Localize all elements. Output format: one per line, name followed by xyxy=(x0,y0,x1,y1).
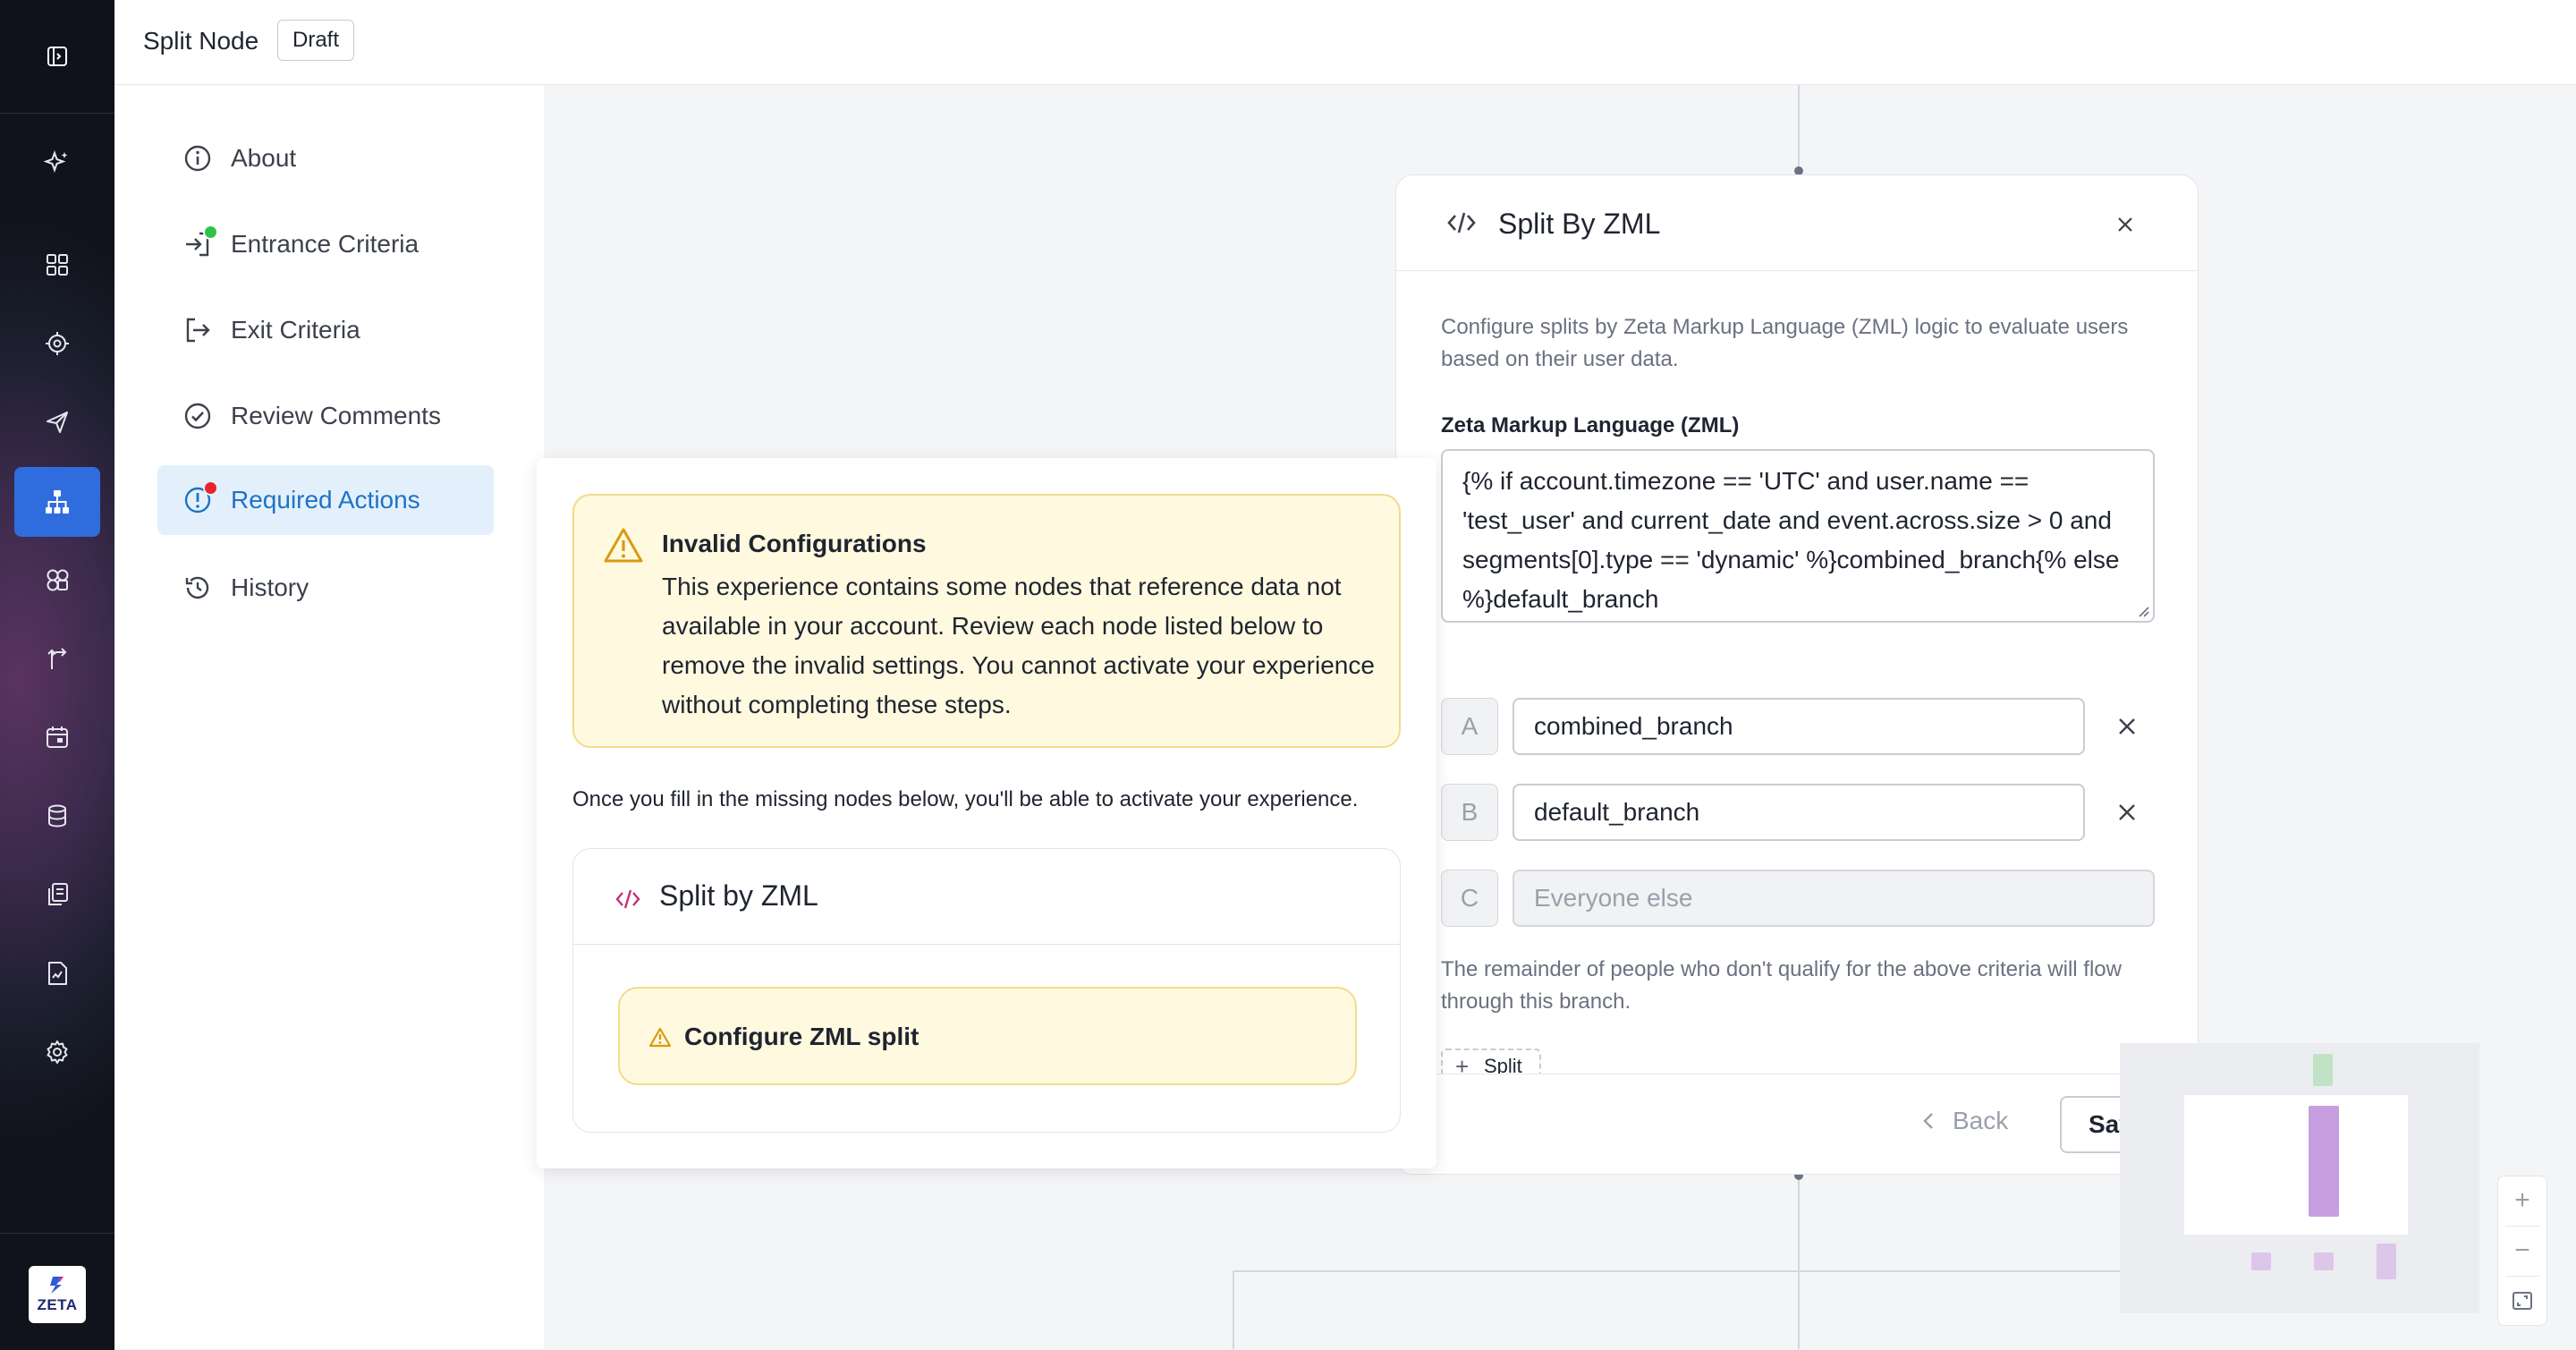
zoom-in-button[interactable]: + xyxy=(2498,1176,2546,1225)
status-indicator-dot xyxy=(203,480,218,496)
minimap-viewport[interactable] xyxy=(2184,1095,2408,1235)
canvas-minimap[interactable] xyxy=(2120,1043,2479,1313)
resize-handle-icon[interactable] xyxy=(2137,605,2149,617)
status-indicator-dot xyxy=(203,225,218,240)
everyone-else-input: Everyone else xyxy=(1513,870,2155,927)
zml-value: {% if account.timezone == 'UTC' and user… xyxy=(1462,467,2127,613)
panel-header: Split By ZML xyxy=(1396,175,2198,271)
nav-item-exit-criteria[interactable]: Exit Criteria xyxy=(157,295,494,365)
branch-line xyxy=(1233,1270,2163,1272)
back-label: Back xyxy=(1953,1107,2009,1134)
branch-letter-a: A xyxy=(1441,698,1498,755)
minimap-node xyxy=(2377,1244,2396,1279)
warning-triangle-icon xyxy=(648,1026,672,1048)
sign-in-icon xyxy=(182,225,218,259)
code-icon xyxy=(614,887,641,911)
rail-footer: ZETA xyxy=(0,1233,114,1350)
nav-item-label: Required Actions xyxy=(231,486,420,514)
collapse-panel-icon[interactable] xyxy=(29,28,86,85)
popover-caret xyxy=(522,472,537,501)
branch-name-input[interactable]: default_branch xyxy=(1513,784,2085,841)
dashboard-grid-icon[interactable] xyxy=(29,236,86,293)
fit-view-button[interactable] xyxy=(2498,1277,2546,1325)
nav-item-history[interactable]: History xyxy=(157,553,494,623)
database-icon[interactable] xyxy=(29,787,86,845)
nav-item-entrance-criteria[interactable]: Entrance Criteria xyxy=(157,209,494,279)
sign-out-icon xyxy=(182,315,213,345)
nav-item-label: About xyxy=(231,144,297,172)
instruction-text: Once you fill in the missing nodes below… xyxy=(572,787,1359,811)
nav-item-label: Entrance Criteria xyxy=(231,230,419,258)
configure-item-label: Configure ZML split xyxy=(684,1023,919,1050)
node-sidenav: About Entrance Criteria Exit Criteria Re… xyxy=(114,85,544,1349)
remove-branch-icon[interactable] xyxy=(2112,711,2142,742)
remainder-hint: The remainder of people who don't qualif… xyxy=(1441,957,2122,1014)
card-header: Split by ZML xyxy=(573,849,1400,945)
rail-header xyxy=(0,0,114,114)
check-circle-icon xyxy=(182,401,213,431)
settings-gear-icon[interactable] xyxy=(29,1023,86,1081)
minimap-node xyxy=(2313,1054,2333,1086)
top-header: Split Node Draft xyxy=(114,0,2576,85)
connector-line xyxy=(1233,1270,1234,1349)
nav-item-label: Exit Criteria xyxy=(231,316,360,344)
report-icon[interactable] xyxy=(29,945,86,1002)
panel-title: Split By ZML xyxy=(1498,208,1661,240)
branch-letter-b: B xyxy=(1441,784,1498,841)
nav-item-label: Review Comments xyxy=(231,402,441,429)
minimap-node xyxy=(2251,1252,2271,1270)
nav-item-review-comments[interactable]: Review Comments xyxy=(157,381,494,451)
zoom-controls: + − xyxy=(2497,1176,2547,1326)
calendar-icon[interactable] xyxy=(29,709,86,766)
panel-footer: Back Sav xyxy=(1396,1074,2198,1174)
chevron-left-icon xyxy=(1923,1113,1933,1129)
zoom-out-button[interactable]: − xyxy=(2498,1227,2546,1275)
connector-line xyxy=(1798,85,1800,174)
nav-item-required-actions[interactable]: Required Actions xyxy=(157,465,494,535)
content-library-icon[interactable] xyxy=(29,866,86,923)
warning-triangle-icon xyxy=(603,526,644,564)
invalid-config-alert: Invalid Configurations This experience c… xyxy=(572,494,1401,748)
branch-name-input[interactable]: combined_branch xyxy=(1513,698,2085,755)
required-actions-popover: Invalid Configurations This experience c… xyxy=(537,458,1436,1168)
page-title: Split Node xyxy=(143,27,259,55)
back-button[interactable]: Back xyxy=(1922,1107,2008,1135)
zml-textarea[interactable]: {% if account.timezone == 'UTC' and user… xyxy=(1441,449,2155,623)
segments-icon[interactable] xyxy=(29,551,86,608)
zml-field-label: Zeta Markup Language (ZML) xyxy=(1441,413,1740,437)
nav-item-about[interactable]: About xyxy=(157,123,494,193)
journey-hierarchy-icon[interactable] xyxy=(14,467,100,537)
missing-node-card: Split by ZML Configure ZML split xyxy=(572,848,1401,1133)
branch-letter-c: C xyxy=(1441,870,1498,927)
remove-branch-icon[interactable] xyxy=(2112,797,2142,828)
send-icon[interactable] xyxy=(29,394,86,451)
split-by-zml-panel: Split By ZML Configure splits by Zeta Ma… xyxy=(1395,174,2199,1175)
close-icon[interactable] xyxy=(2112,211,2139,238)
connector-line xyxy=(1798,1178,1800,1349)
alert-title: Invalid Configurations xyxy=(662,530,927,557)
target-icon[interactable] xyxy=(29,315,86,372)
configure-zml-split-item[interactable]: Configure ZML split xyxy=(618,987,1357,1085)
status-badge: Draft xyxy=(277,20,355,61)
history-icon xyxy=(182,573,213,603)
routing-icon[interactable] xyxy=(29,630,86,687)
alert-circle-icon xyxy=(182,480,218,515)
sparkle-ai-icon[interactable] xyxy=(29,134,86,191)
alert-message: This experience contains some nodes that… xyxy=(662,573,1375,718)
nav-item-label: History xyxy=(231,573,309,601)
minimap-node xyxy=(2309,1106,2339,1217)
panel-description: Configure splits by Zeta Markup Language… xyxy=(1441,315,2129,371)
minimap-node xyxy=(2314,1252,2334,1270)
info-circle-icon xyxy=(182,143,213,174)
card-title: Split by ZML xyxy=(659,879,818,912)
fit-view-icon xyxy=(2512,1292,2532,1310)
app-rail: ZETA xyxy=(0,0,114,1350)
code-icon xyxy=(1446,209,1477,236)
zeta-logo[interactable]: ZETA xyxy=(29,1266,86,1323)
